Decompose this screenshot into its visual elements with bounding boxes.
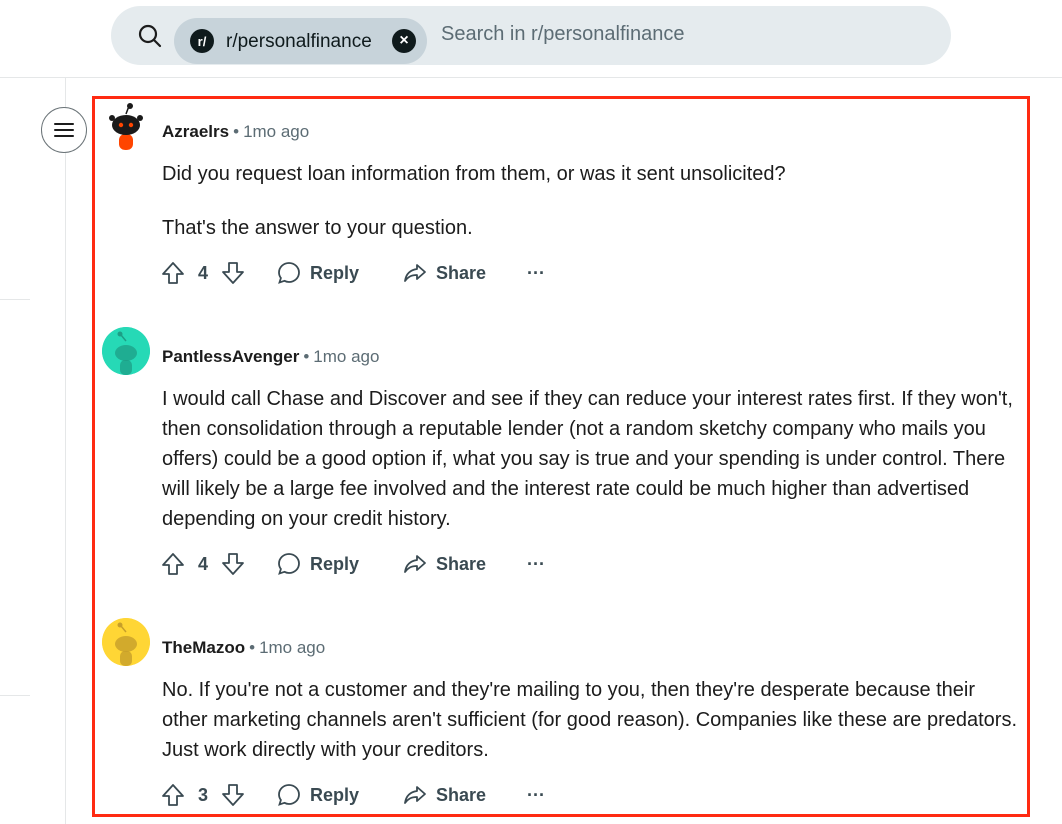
- thread-line: [65, 77, 66, 824]
- search-bar[interactable]: r/ r/personalfinance × Search in r/perso…: [111, 6, 951, 65]
- divider: [0, 695, 30, 696]
- divider: [0, 299, 30, 300]
- hamburger-icon: [54, 123, 74, 137]
- community-chip-label: r/personalfinance: [226, 31, 372, 52]
- search-input[interactable]: Search in r/personalfinance: [441, 23, 684, 46]
- subreddit-logo: r/: [190, 29, 214, 53]
- top-bar: r/ r/personalfinance × Search in r/perso…: [0, 0, 1062, 78]
- clear-community-icon[interactable]: ×: [392, 29, 416, 53]
- search-icon: [138, 24, 162, 48]
- community-filter-chip[interactable]: r/ r/personalfinance ×: [174, 18, 427, 64]
- menu-button[interactable]: [41, 107, 87, 153]
- highlight-frame: [92, 96, 1030, 817]
